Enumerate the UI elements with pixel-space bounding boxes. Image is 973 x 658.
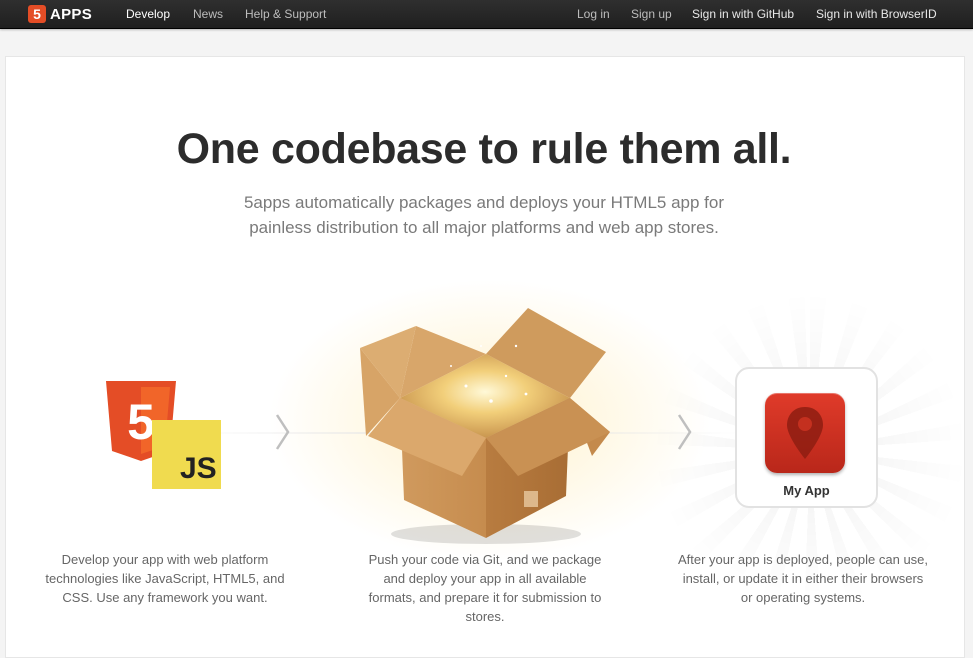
chevron-right-icon (677, 414, 692, 450)
nav-news[interactable]: News (193, 7, 223, 21)
step-line: stores. (465, 609, 505, 624)
step-description-deploy: Push your code via Git, and we package a… (350, 550, 620, 626)
step-line: install, or update it in either their br… (682, 571, 924, 586)
browserid-signin-link[interactable]: Sign in with BrowserID (816, 7, 937, 21)
login-link[interactable]: Log in (577, 7, 610, 21)
logo-mark: 5 (28, 5, 46, 23)
top-navigation-bar: 5 APPS Develop News Help & Support Log i… (0, 0, 973, 29)
logo-text: APPS (50, 5, 93, 23)
signup-link[interactable]: Sign up (631, 7, 672, 21)
step-line: CSS. Use any framework you want. (62, 590, 268, 605)
subhead-line: painless distribution to all major platf… (249, 218, 719, 237)
subhead-line: 5apps automatically packages and deploys… (243, 193, 725, 212)
step-line: or operating systems. (740, 590, 866, 605)
step-description-develop: Develop your app with web platform techn… (30, 550, 300, 607)
js-label: JS (180, 452, 217, 485)
step-line: Develop your app with web platform (61, 552, 269, 567)
map-pin-icon (787, 407, 823, 459)
step-line: and deploy your app in all available (383, 571, 587, 586)
nav-help-support[interactable]: Help & Support (245, 7, 326, 21)
step-line: Push your code via Git, and we package (368, 552, 602, 567)
github-signin-link[interactable]: Sign in with GitHub (692, 7, 794, 21)
step-line: technologies like JavaScript, HTML5, and (45, 571, 285, 586)
nav-develop[interactable]: Develop (126, 7, 170, 21)
step-line: After your app is deployed, people can u… (677, 552, 929, 567)
hero-headline: One codebase to rule them all. (176, 125, 792, 173)
logo-link[interactable]: 5 APPS (28, 4, 92, 24)
chevron-right-icon (275, 414, 290, 450)
app-icon (765, 393, 845, 473)
step-description-distribute: After your app is deployed, people can u… (668, 550, 938, 607)
html5-mark: 5 (127, 394, 155, 450)
app-label: My App (783, 483, 830, 498)
hero-subheadline: 5apps automatically packages and deploys… (0, 190, 968, 240)
package-box-icon (360, 308, 610, 544)
step-line: formats, and prepare it for submission t… (368, 590, 602, 605)
